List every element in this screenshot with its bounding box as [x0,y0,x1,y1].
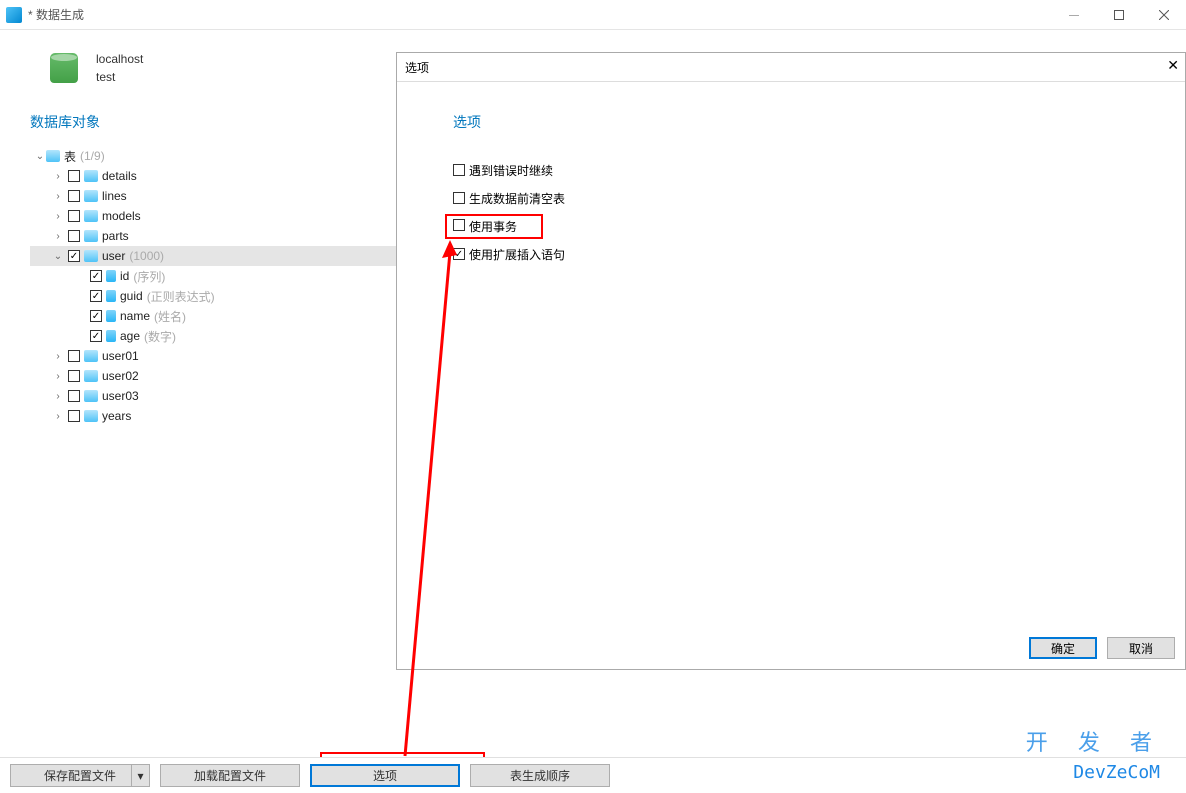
watermark: 开 发 者 [1026,725,1164,757]
maximize-button[interactable] [1096,0,1141,30]
option-row: 遇到错误时继续 [449,156,1185,184]
tree-root-count: (1/9) [80,149,105,163]
option-label: 遇到错误时继续 [469,162,553,179]
table-label: user [102,249,125,263]
checkbox[interactable] [68,350,80,362]
table-icon [84,170,98,182]
checkbox[interactable] [453,192,465,204]
column-suffix: (姓名) [154,308,186,325]
dialog-footer: 确定 取消 [397,627,1185,669]
options-button[interactable]: 选项 [310,764,460,787]
dialog-close-button[interactable]: ✕ [1167,57,1179,74]
table-label: models [102,209,141,223]
table-icon [84,350,98,362]
load-config-button[interactable]: 加载配置文件 [160,764,300,787]
options-dialog: 选项 ✕ 选项 遇到错误时继续生成数据前清空表使用事务使用扩展插入语句 确定 取… [396,52,1186,670]
chevron-right-icon[interactable]: › [52,371,64,382]
app-icon [6,7,22,23]
dropdown-arrow-icon[interactable]: ▾ [131,765,149,786]
table-label: user02 [102,369,139,383]
option-row: 使用扩展插入语句 [449,240,1185,268]
close-button[interactable] [1141,0,1186,30]
annotation-highlight: 使用事务 [445,214,543,239]
column-icon [106,290,116,302]
column-suffix: (数字) [144,328,176,345]
dialog-titlebar: 选项 ✕ [397,53,1185,82]
option-label: 使用事务 [469,220,517,234]
table-icon [84,250,98,262]
titlebar: * 数据生成 [0,0,1186,30]
checkbox[interactable] [90,290,102,302]
bottom-toolbar: 保存配置文件 ▾ 加载配置文件 选项 表生成顺序 [0,757,1186,793]
table-label: years [102,409,131,423]
table-icon [84,190,98,202]
column-icon [106,270,116,282]
checkbox[interactable] [68,190,80,202]
save-config-button[interactable]: 保存配置文件 ▾ [10,764,150,787]
table-suffix: (1000) [129,249,164,263]
connection-text: localhost test [96,50,143,86]
column-label: id [120,269,129,283]
table-icon [84,410,98,422]
table-group-icon [46,150,60,162]
window-title: * 数据生成 [28,6,84,23]
option-label: 生成数据前清空表 [469,190,565,207]
checkbox[interactable] [453,248,465,260]
table-icon [84,210,98,222]
checkbox[interactable] [68,210,80,222]
chevron-right-icon[interactable]: › [52,351,64,362]
option-row: 生成数据前清空表 [449,184,1185,212]
checkbox[interactable] [90,270,102,282]
checkbox[interactable] [68,170,80,182]
column-label: age [120,329,140,343]
checkbox[interactable] [453,164,465,176]
checkbox[interactable] [90,330,102,342]
dialog-header-label: 选项 [397,82,1185,156]
dialog-body: 遇到错误时继续生成数据前清空表使用事务使用扩展插入语句 [397,156,1185,627]
column-icon [106,310,116,322]
column-label: guid [120,289,143,303]
column-icon [106,330,116,342]
database-icon [50,53,78,83]
checkbox[interactable] [68,230,80,242]
column-label: name [120,309,150,323]
window-controls [1051,0,1186,30]
chevron-right-icon[interactable]: › [52,391,64,402]
column-suffix: (正则表达式) [147,288,215,305]
table-icon [84,390,98,402]
dialog-title: 选项 [405,59,429,76]
checkbox[interactable] [453,219,465,231]
option-label: 使用扩展插入语句 [469,246,565,263]
option-row: 使用事务 [449,212,1185,240]
table-label: lines [102,189,127,203]
table-label: details [102,169,137,183]
checkbox[interactable] [90,310,102,322]
table-label: parts [102,229,129,243]
checkbox[interactable] [68,370,80,382]
checkbox[interactable] [68,410,80,422]
checkbox[interactable] [68,390,80,402]
chevron-down-icon[interactable]: ⌄ [52,251,64,262]
connection-database: test [96,68,143,86]
chevron-right-icon[interactable]: › [52,171,64,182]
chevron-right-icon[interactable]: › [52,191,64,202]
ok-button[interactable]: 确定 [1029,637,1097,659]
chevron-down-icon[interactable]: ⌄ [34,151,46,162]
chevron-right-icon[interactable]: › [52,231,64,242]
table-icon [84,370,98,382]
table-icon [84,230,98,242]
gen-order-button[interactable]: 表生成顺序 [470,764,610,787]
table-label: user01 [102,349,139,363]
cancel-button[interactable]: 取消 [1107,637,1175,659]
checkbox[interactable] [68,250,80,262]
column-suffix: (序列) [133,268,165,285]
minimize-button[interactable] [1051,0,1096,30]
connection-host: localhost [96,50,143,68]
chevron-right-icon[interactable]: › [52,411,64,422]
chevron-right-icon[interactable]: › [52,211,64,222]
tree-root-label: 表 [64,148,76,165]
table-label: user03 [102,389,139,403]
watermark-sub: DevZeCoM [1073,762,1160,783]
